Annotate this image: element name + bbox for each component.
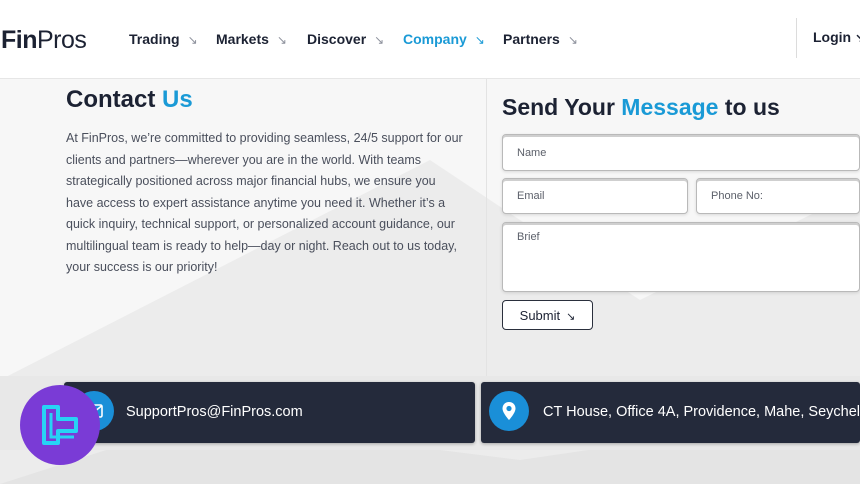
contact-title-main: Contact [66, 86, 162, 113]
login-button[interactable]: Login↘ [813, 29, 860, 45]
tradingfinder-badge-icon [20, 385, 100, 465]
chevron-arrow-icon: ↘ [276, 33, 287, 47]
brand-logo[interactable]: FinPros [1, 26, 87, 55]
location-pin-icon [489, 391, 529, 431]
contact-description: At FinPros, we’re committed to providing… [66, 131, 463, 274]
phone-input[interactable] [696, 178, 860, 214]
form-title-post: to us [718, 94, 780, 120]
chevron-arrow-icon: ↘ [374, 33, 385, 47]
nav-trading[interactable]: Trading ↘ [129, 31, 198, 47]
form-title-highlight: Message [621, 94, 719, 120]
brief-textarea[interactable] [502, 222, 860, 292]
email-input[interactable] [502, 178, 688, 214]
form-title: Send Your Message to us [502, 94, 780, 121]
nav-partners-label: Partners [503, 31, 560, 47]
login-label: Login [813, 29, 852, 45]
nav-trading-label: Trading [129, 31, 180, 47]
email-card[interactable]: SupportPros@FinPros.com [64, 382, 475, 443]
chevron-arrow-icon: ↘ [567, 33, 578, 47]
chevron-arrow-icon: ↘ [855, 31, 860, 45]
chevron-arrow-icon: ↘ [566, 310, 576, 323]
nav-discover[interactable]: Discover ↘ [307, 31, 384, 47]
nav-markets-label: Markets [216, 31, 269, 47]
logo-bold-text: Fin [1, 26, 38, 54]
nav-partners[interactable]: Partners ↘ [503, 31, 578, 47]
chevron-arrow-icon: ↘ [474, 33, 485, 47]
nav-discover-label: Discover [307, 31, 367, 47]
office-address: CT House, Office 4A, Providence, Mahe, S… [543, 404, 860, 420]
address-card[interactable]: CT House, Office 4A, Providence, Mahe, S… [481, 382, 860, 443]
submit-button[interactable]: Submit ↘ [502, 300, 593, 330]
submit-label: Submit [519, 307, 561, 323]
header-divider [796, 18, 797, 58]
nav-company[interactable]: Company ↘ [403, 31, 485, 47]
chevron-arrow-icon: ↘ [187, 33, 198, 47]
site-header: FinPros Trading ↘ Markets ↘ Discover ↘ Comp… [0, 0, 860, 79]
contact-title: Contact Us [66, 86, 193, 114]
logo-regular-text: Pros [37, 26, 87, 54]
form-title-pre: Send Your [502, 94, 622, 120]
nav-company-label: Company [403, 31, 467, 47]
name-input[interactable] [502, 134, 860, 171]
support-email: SupportPros@FinPros.com [126, 404, 303, 420]
contact-title-highlight: Us [162, 86, 193, 113]
nav-markets[interactable]: Markets ↘ [216, 31, 287, 47]
